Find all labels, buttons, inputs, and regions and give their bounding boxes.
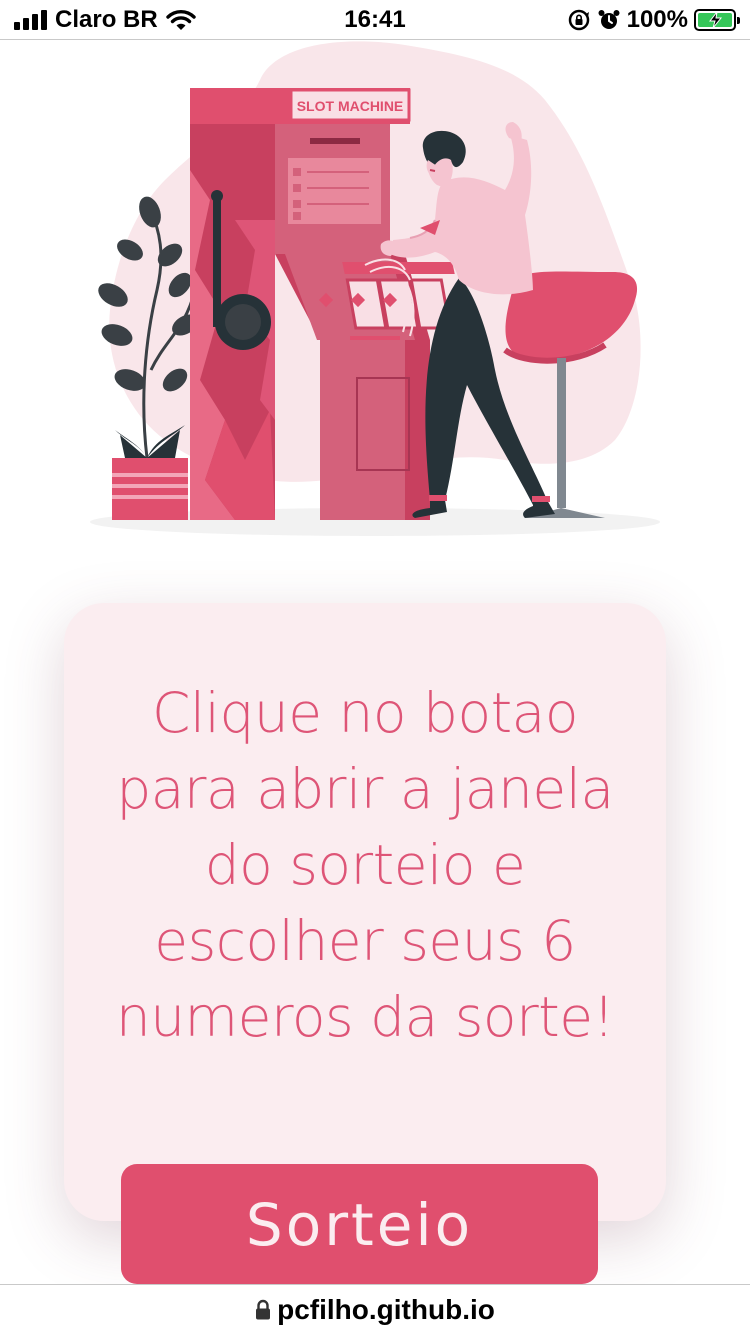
status-bar: Claro BR 16:41 100% xyxy=(0,0,750,40)
sorteio-button[interactable]: Sorteio xyxy=(121,1164,598,1284)
instructions-text: Clique no botao para abrir a janela do s… xyxy=(90,675,640,1055)
url-text: pcfilho.github.io xyxy=(277,1293,495,1325)
instructions-line: para abrir a janela xyxy=(116,757,614,821)
slot-machine-sign: SLOT MACHINE xyxy=(297,98,404,114)
url-bar[interactable]: pcfilho.github.io xyxy=(0,1284,750,1334)
status-right: 100% xyxy=(567,6,740,34)
flower-pot xyxy=(112,458,188,520)
instructions-line: do sorteio e xyxy=(204,833,526,897)
slot-machine-illustration: SLOT MACHINE xyxy=(90,41,660,536)
lock-icon xyxy=(256,1299,271,1319)
instructions-line: Clique no botao xyxy=(151,681,579,745)
battery-charging-icon xyxy=(694,9,740,31)
alarm-icon xyxy=(598,10,620,29)
rotation-lock-icon xyxy=(568,9,589,31)
instructions-line: escolher seus 6 xyxy=(154,909,576,973)
battery-percent: 100% xyxy=(626,6,688,33)
sorteio-button-label: Sorteio xyxy=(245,1191,474,1259)
instructions-line: numeros da sorte! xyxy=(115,985,615,1049)
